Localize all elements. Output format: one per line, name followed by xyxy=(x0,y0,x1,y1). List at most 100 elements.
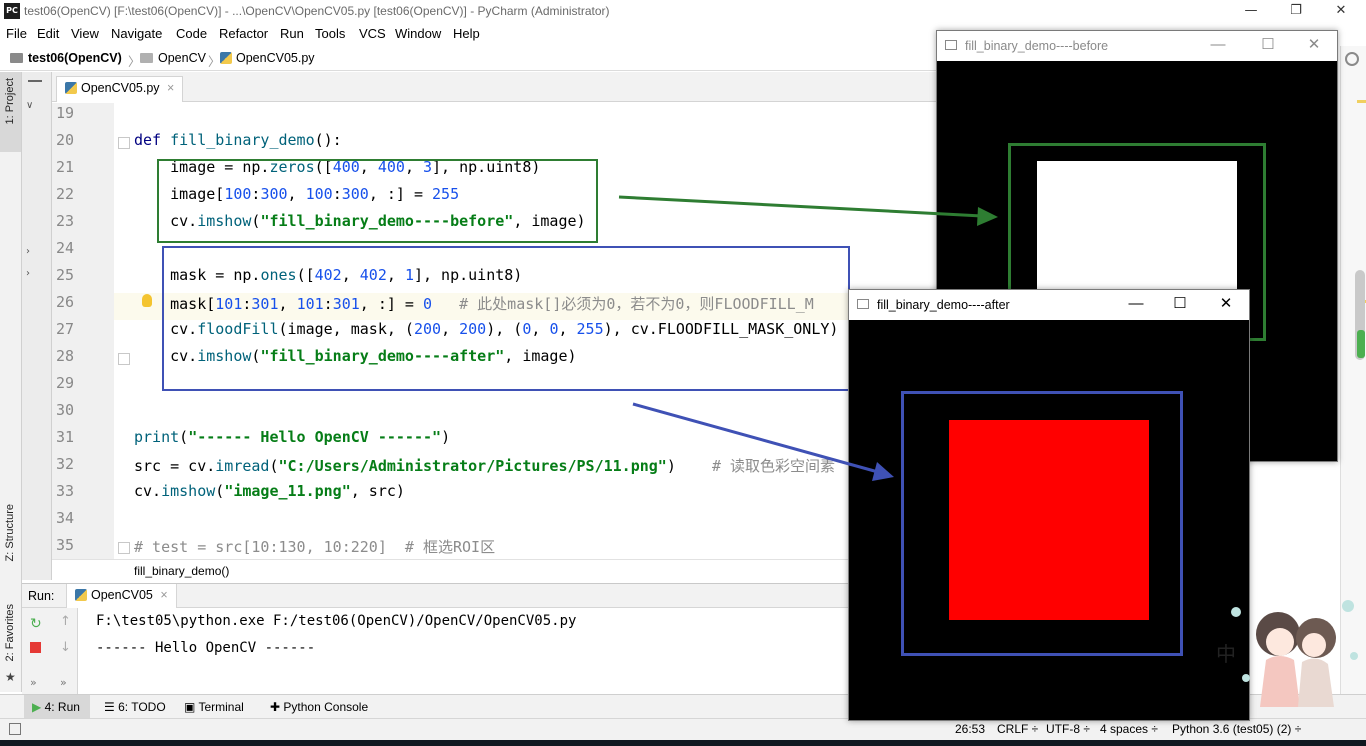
minimize-button[interactable]: — xyxy=(1203,35,1233,55)
nav-project[interactable]: test06(OpenCV) xyxy=(10,51,122,65)
code-token: src = cv. xyxy=(134,457,216,475)
line-number: 32 xyxy=(56,455,75,473)
status-interpreter[interactable]: Python 3.6 (test05) (2) ÷ xyxy=(1172,722,1301,736)
code-token: ( xyxy=(269,457,279,475)
code-token: (): xyxy=(314,131,342,149)
code-token: # 读取色彩空间素 xyxy=(711,457,836,475)
folder-icon xyxy=(10,53,23,63)
menu-vcs[interactable]: VCS xyxy=(359,26,386,41)
chevron-right-icon[interactable]: › xyxy=(26,268,30,279)
more-icon[interactable]: » xyxy=(60,676,67,689)
star-icon: ★ xyxy=(5,670,16,684)
line-number: 23 xyxy=(56,212,75,230)
menu-navigate[interactable]: Navigate xyxy=(111,26,162,41)
code-token: "------ Hello OpenCV ------" xyxy=(188,428,442,446)
code-token: ( xyxy=(215,482,225,500)
lightbulb-icon[interactable] xyxy=(142,294,152,307)
navigation-bar: test06(OpenCV) 〉 OpenCV 〉 OpenCV05.py xyxy=(0,47,940,71)
code-crumb-function[interactable]: fill_binary_demo() xyxy=(134,564,229,578)
project-panel-collapsed: ∨ › › xyxy=(22,72,52,580)
code-token: ) xyxy=(666,457,712,475)
line-number: 24 xyxy=(56,239,75,257)
window-icon xyxy=(945,40,957,50)
line-number: 31 xyxy=(56,428,75,446)
code-token: ) xyxy=(441,428,451,446)
menu-file[interactable]: File xyxy=(6,26,27,41)
chevron-down-icon[interactable]: ∨ xyxy=(26,100,33,111)
menu-view[interactable]: View xyxy=(71,26,99,41)
taskbar-edge xyxy=(0,740,1366,746)
stop-icon[interactable] xyxy=(30,642,41,653)
tab-opencv05[interactable]: OpenCV05.py × xyxy=(56,76,184,102)
close-tab-icon[interactable]: × xyxy=(160,588,167,602)
code-line: cv.imshow("image_11.png", src) xyxy=(134,482,405,500)
status-line-separator[interactable]: CRLF ÷ xyxy=(997,722,1038,736)
nav-file[interactable]: OpenCV05.py xyxy=(220,51,315,65)
change-marker xyxy=(1357,330,1365,358)
menu-run[interactable]: Run xyxy=(280,26,304,41)
run-console[interactable]: ↻ ↑ ↓ » » F:\test05\python.exe F:/test06… xyxy=(22,608,942,694)
python-file-icon xyxy=(65,82,77,94)
fold-marker-icon[interactable] xyxy=(118,137,130,149)
tool-structure[interactable]: Z: Structure xyxy=(4,504,16,561)
tool-terminal[interactable]: ▣ Terminal xyxy=(184,700,244,714)
line-number: 28 xyxy=(56,347,75,365)
cv-window-title-bar: fill_binary_demo----before — ☐ ✕ xyxy=(937,31,1337,61)
tool-project[interactable]: 1: Project xyxy=(4,78,16,124)
annotation-box-green xyxy=(157,159,598,243)
code-token: print xyxy=(134,428,180,446)
nav-folder[interactable]: OpenCV xyxy=(140,51,206,65)
menu-edit[interactable]: Edit xyxy=(37,26,59,41)
tool-favorites[interactable]: 2: Favorites xyxy=(4,604,16,661)
minimize-button[interactable]: — xyxy=(1228,0,1274,24)
rerun-icon[interactable]: ↻ xyxy=(30,616,42,632)
status-encoding[interactable]: UTF-8 ÷ xyxy=(1046,722,1090,736)
status-indent[interactable]: 4 spaces ÷ xyxy=(1100,722,1158,736)
status-caret-position[interactable]: 26:53 xyxy=(955,722,985,736)
status-bar: 26:53 CRLF ÷ UTF-8 ÷ 4 spaces ÷ Python 3… xyxy=(0,718,1366,740)
run-tab-label: OpenCV05 xyxy=(91,588,153,602)
fold-marker-icon[interactable] xyxy=(118,353,130,365)
line-number: 27 xyxy=(56,320,75,338)
maximize-button[interactable]: ☐ xyxy=(1253,35,1283,55)
tool-todo[interactable]: ☰ 6: TODO xyxy=(104,700,166,714)
left-tool-strip: 1: Project Z: Structure 2: Favorites ★ xyxy=(0,72,22,692)
arrow-up-icon[interactable]: ↑ xyxy=(60,614,71,629)
window-icon xyxy=(857,299,869,309)
line-number: 26 xyxy=(56,293,75,311)
menu-tools[interactable]: Tools xyxy=(315,26,345,41)
line-number: 34 xyxy=(56,509,75,527)
close-button[interactable]: ✕ xyxy=(1318,0,1364,24)
menu-window[interactable]: Window xyxy=(395,26,441,41)
list-icon: ☰ xyxy=(104,700,115,714)
arrow-down-icon[interactable]: ↓ xyxy=(60,640,71,655)
play-icon: ▶ xyxy=(32,700,42,714)
layout-toggle-icon[interactable] xyxy=(9,723,21,735)
menu-help[interactable]: Help xyxy=(453,26,480,41)
folder-icon xyxy=(140,53,153,63)
menu-refactor[interactable]: Refactor xyxy=(219,26,268,41)
terminal-icon: ▣ xyxy=(184,700,196,714)
inspection-icon[interactable] xyxy=(1345,52,1359,66)
tool-python-console[interactable]: ✚ Python Console xyxy=(270,700,368,714)
chevron-right-icon: 〉 xyxy=(208,55,221,69)
fold-marker-icon[interactable] xyxy=(118,542,130,554)
code-token: imshow xyxy=(161,482,216,500)
run-tab-opencv05[interactable]: OpenCV05 × xyxy=(66,584,177,608)
chevron-right-icon: 〉 xyxy=(128,55,141,69)
run-panel-header: Run: OpenCV05 × xyxy=(22,583,942,608)
minimize-button[interactable]: — xyxy=(1121,294,1151,314)
more-icon[interactable]: » xyxy=(30,676,37,689)
close-button[interactable]: ✕ xyxy=(1299,35,1329,55)
menu-code[interactable]: Code xyxy=(176,26,207,41)
tool-run[interactable]: ▶ 4: Run xyxy=(32,700,80,714)
chevron-right-icon[interactable]: › xyxy=(26,246,30,257)
code-token: # test = src[10:130, 10:220] # 框选ROI区 xyxy=(134,538,496,556)
tab-label: OpenCV05.py xyxy=(81,81,160,95)
close-tab-icon[interactable]: × xyxy=(167,81,174,95)
maximize-button[interactable]: ☐ xyxy=(1165,294,1195,314)
hide-panel-icon[interactable] xyxy=(28,80,42,82)
restore-button[interactable]: ❐ xyxy=(1273,0,1319,24)
warning-marker[interactable] xyxy=(1357,100,1366,103)
close-button[interactable]: ✕ xyxy=(1211,294,1241,314)
